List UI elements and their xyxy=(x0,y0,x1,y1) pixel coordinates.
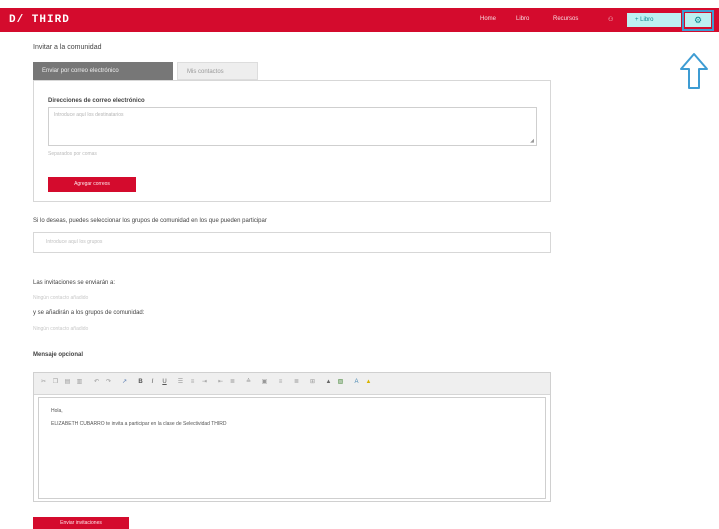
undo-icon[interactable]: ↶ xyxy=(92,378,101,387)
tab-contacts[interactable]: Mis contactos xyxy=(177,62,258,80)
emoji-icon[interactable]: ▲ xyxy=(324,378,333,387)
logo[interactable]: D/ THIRD xyxy=(9,14,70,26)
message-body: ELIZABETH CUBARRO te invita a participar… xyxy=(51,421,227,427)
image-icon[interactable]: ▣ xyxy=(260,378,269,387)
email-field-label: Direcciones de correo electrónico xyxy=(48,98,145,104)
sent-to-label: Las invitaciones se enviarán a: xyxy=(33,280,116,286)
highlight-box xyxy=(682,10,714,31)
page-title: Invitar a la comunidad xyxy=(33,44,102,51)
justify-icon[interactable]: ≣ xyxy=(292,378,301,387)
resize-grip-icon[interactable]: ◢ xyxy=(530,138,534,144)
email-field-placeholder: Introduce aquí los destinatarios xyxy=(54,112,124,118)
editor-toolbar: ✂ ❐ ▤ ▥ ↶ ↷ ↗ B I U ☰ ≡ ⇥ ⇤ ≣ ≙ ▣ ≡ ≣ ⊞ … xyxy=(34,373,550,395)
indent-icon[interactable]: ⇥ xyxy=(200,378,209,387)
align-right-icon[interactable]: ≡ xyxy=(276,378,285,387)
underline-icon[interactable]: U xyxy=(160,378,169,387)
tab-email[interactable]: Enviar por correo electrónico xyxy=(33,62,173,80)
bold-icon[interactable]: B xyxy=(136,378,145,387)
message-editor: ✂ ❐ ▤ ▥ ↶ ↷ ↗ B I U ☰ ≡ ⇥ ⇤ ≣ ≙ ▣ ≡ ≣ ⊞ … xyxy=(33,372,551,502)
send-invitations-button[interactable]: Enviar invitaciones xyxy=(33,517,129,529)
up-arrow-icon xyxy=(680,53,708,89)
paste-icon[interactable]: ▤ xyxy=(63,378,72,387)
align-left-icon[interactable]: ≣ xyxy=(228,378,237,387)
add-emails-button[interactable]: Agregar correos xyxy=(48,177,136,192)
no-contacts-link[interactable]: Ningún contacto añadido xyxy=(33,295,88,301)
email-help-text: Separados por comas xyxy=(48,151,97,157)
background-color-icon[interactable]: ▲ xyxy=(364,378,373,387)
no-groups-link[interactable]: Ningún contacto añadido xyxy=(33,326,88,332)
groups-input[interactable]: Introduce aquí los grupos xyxy=(33,232,551,253)
nav-recursos[interactable]: Recursos xyxy=(553,16,578,22)
message-textarea[interactable]: Hola, ELIZABETH CUBARRO te invita a part… xyxy=(38,397,546,499)
added-groups-label: y se añadirán a los grupos de comunidad: xyxy=(33,310,145,316)
outdent-icon[interactable]: ⇤ xyxy=(216,378,225,387)
email-field[interactable]: Introduce aquí los destinatarios ◢ xyxy=(48,107,537,146)
ordered-list-icon[interactable]: ☰ xyxy=(176,378,185,387)
person-icon[interactable]: ⚇ xyxy=(608,16,613,23)
message-greeting: Hola, xyxy=(51,408,63,414)
align-center-icon[interactable]: ≙ xyxy=(244,378,253,387)
unordered-list-icon[interactable]: ≡ xyxy=(188,378,197,387)
table-icon[interactable]: ⊞ xyxy=(308,378,317,387)
groups-question: Si lo deseas, puedes seleccionar los gru… xyxy=(33,218,267,224)
redo-icon[interactable]: ↷ xyxy=(104,378,113,387)
text-color-icon[interactable]: A xyxy=(352,378,361,387)
cut-icon[interactable]: ✂ xyxy=(39,378,48,387)
italic-icon[interactable]: I xyxy=(148,378,157,387)
optional-message-label: Mensaje opcional xyxy=(33,352,84,358)
add-libro-button[interactable]: + Libro xyxy=(627,13,681,27)
nav-home[interactable]: Home xyxy=(480,16,496,22)
copy-icon[interactable]: ❐ xyxy=(51,378,60,387)
nav-libro[interactable]: Libro xyxy=(516,16,529,22)
top-navbar: D/ THIRD Home Libro Recursos ⚇ xyxy=(0,8,719,32)
link-icon[interactable]: ↗ xyxy=(120,378,129,387)
image-upload-icon[interactable]: ▧ xyxy=(336,378,345,387)
paste-text-icon[interactable]: ▥ xyxy=(75,378,84,387)
